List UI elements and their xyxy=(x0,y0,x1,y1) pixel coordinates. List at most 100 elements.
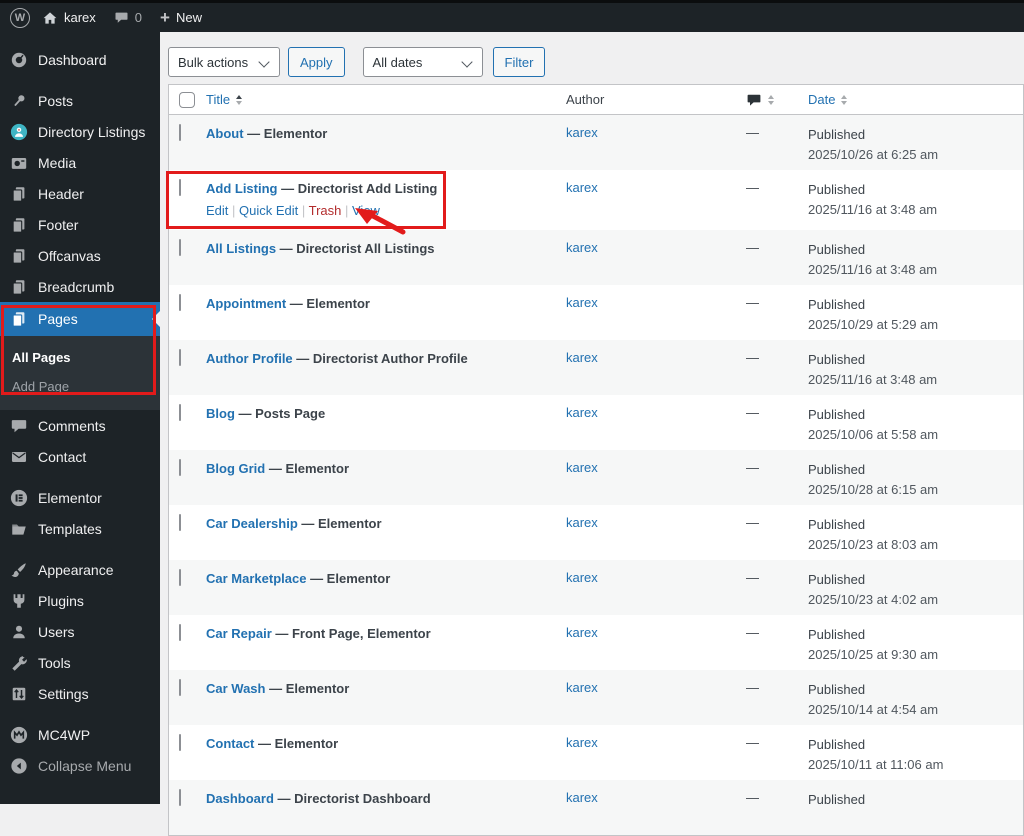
sidebar-item-users[interactable]: Users xyxy=(0,616,160,647)
row-checkbox[interactable] xyxy=(179,734,181,751)
author-link[interactable]: karex xyxy=(566,790,598,805)
author-cell: karex xyxy=(566,230,746,285)
quick-edit-action-link[interactable]: Quick Edit xyxy=(239,203,298,218)
row-checkbox[interactable] xyxy=(179,679,181,696)
row-checkbox[interactable] xyxy=(179,124,181,141)
sidebar-item-appearance[interactable]: Appearance xyxy=(0,554,160,585)
site-name[interactable]: karex xyxy=(64,10,96,25)
sidebar-item-offcanvas[interactable]: Offcanvas xyxy=(0,240,160,271)
new-label[interactable]: New xyxy=(176,10,202,25)
author-link[interactable]: karex xyxy=(566,180,598,195)
author-link[interactable]: karex xyxy=(566,240,598,255)
sort-by-title-link[interactable]: Title xyxy=(206,92,230,107)
page-title-link[interactable]: Add Listing xyxy=(206,181,278,196)
page-title-link[interactable]: Appointment xyxy=(206,296,286,311)
dates-filter-select[interactable]: All dates xyxy=(362,47,483,77)
sidebar-item-breadcrumb[interactable]: Breadcrumb xyxy=(0,271,160,302)
apply-button[interactable]: Apply xyxy=(288,47,345,77)
sidebar-item-label: Plugins xyxy=(38,592,84,609)
edit-action-link[interactable]: Edit xyxy=(206,203,228,218)
mc4wp-icon xyxy=(9,725,28,744)
sidebar-item-elementor[interactable]: Elementor xyxy=(0,482,160,513)
sort-by-date-link[interactable]: Date xyxy=(808,92,835,107)
row-checkbox[interactable] xyxy=(179,789,181,806)
author-link[interactable]: karex xyxy=(566,680,598,695)
page-title-link[interactable]: Car Wash xyxy=(206,681,265,696)
page-title-link[interactable]: Car Dealership xyxy=(206,516,298,531)
elementor-icon xyxy=(9,488,28,507)
comments-shortcut[interactable]: 0 xyxy=(114,10,142,25)
comments-cell: — xyxy=(746,240,759,255)
sidebar-item-directory-listings[interactable]: Directory Listings xyxy=(0,116,160,147)
page-title-link[interactable]: Blog Grid xyxy=(206,461,265,476)
author-link[interactable]: karex xyxy=(566,125,598,140)
page-title-link[interactable]: Contact xyxy=(206,736,254,751)
comments-cell: — xyxy=(746,790,759,805)
sidebar-item-collapse-menu[interactable]: Collapse Menu xyxy=(0,750,160,781)
sidebar-item-pages[interactable]: Pages xyxy=(0,302,160,336)
filter-button[interactable]: Filter xyxy=(492,47,546,77)
sidebar-item-dashboard[interactable]: Dashboard xyxy=(0,44,160,75)
row-checkbox[interactable] xyxy=(179,514,181,531)
row-checkbox[interactable] xyxy=(179,294,181,311)
page-title-link[interactable]: All Listings xyxy=(206,241,276,256)
sidebar-item-templates[interactable]: Templates xyxy=(0,513,160,544)
trash-action-link[interactable]: Trash xyxy=(309,203,342,218)
view-action-link[interactable]: View xyxy=(352,203,380,218)
sidebar-item-contact[interactable]: Contact xyxy=(0,441,160,472)
page-title-link[interactable]: About xyxy=(206,126,244,141)
row-checkbox[interactable] xyxy=(179,459,181,476)
publish-date: 2025/10/06 at 5:58 am xyxy=(808,426,939,442)
submenu-item-all-pages[interactable]: All Pages xyxy=(0,343,160,372)
row-checkbox[interactable] xyxy=(179,569,181,586)
row-checkbox[interactable] xyxy=(179,404,181,421)
author-link[interactable]: karex xyxy=(566,460,598,475)
author-link[interactable]: karex xyxy=(566,350,598,365)
author-link[interactable]: karex xyxy=(566,295,598,310)
select-all-checkbox[interactable] xyxy=(179,91,195,108)
sidebar-item-footer[interactable]: Footer xyxy=(0,209,160,240)
new-content-menu[interactable]: + New xyxy=(160,9,202,26)
sidebar-item-mc4wp[interactable]: MC4WP xyxy=(0,719,160,750)
author-column-header: Author xyxy=(566,92,605,107)
publish-date: 2025/10/29 at 5:29 am xyxy=(808,316,939,332)
sidebar-item-comments[interactable]: Comments xyxy=(0,410,160,441)
sidebar-item-posts[interactable]: Posts xyxy=(0,85,160,116)
author-link[interactable]: karex xyxy=(566,515,598,530)
page-title-link[interactable]: Car Marketplace xyxy=(206,571,306,586)
date-sort-arrows-icon[interactable] xyxy=(841,94,848,105)
page-title-link[interactable]: Blog xyxy=(206,406,235,421)
submenu-item-add-page[interactable]: Add Page xyxy=(0,372,160,401)
row-checkbox-cell xyxy=(169,505,206,560)
row-checkbox-cell xyxy=(169,230,206,285)
sidebar-item-label: Dashboard xyxy=(38,51,107,68)
sidebar-item-tools[interactable]: Tools xyxy=(0,647,160,678)
title-sort-arrows-icon[interactable] xyxy=(236,94,243,105)
status-label: Published xyxy=(808,462,866,477)
comments-header-icon[interactable] xyxy=(746,92,762,108)
row-checkbox[interactable] xyxy=(179,349,181,366)
author-link[interactable]: karex xyxy=(566,625,598,640)
comments-sort-arrows-icon[interactable] xyxy=(768,94,774,105)
site-link[interactable]: karex xyxy=(42,10,96,26)
page-title-link[interactable]: Car Repair xyxy=(206,626,272,641)
sidebar-item-media[interactable]: Media xyxy=(0,147,160,178)
post-state-label: — Elementor xyxy=(265,461,350,476)
status-label: Published xyxy=(808,182,866,197)
sidebar-item-settings[interactable]: Settings xyxy=(0,678,160,709)
row-checkbox[interactable] xyxy=(179,239,181,256)
publish-date: 2025/10/23 at 4:02 am xyxy=(808,591,939,607)
author-link[interactable]: karex xyxy=(566,570,598,585)
page-title-link[interactable]: Author Profile xyxy=(206,351,293,366)
sidebar-item-header[interactable]: Header xyxy=(0,178,160,209)
row-checkbox[interactable] xyxy=(179,624,181,641)
sidebar-item-plugins[interactable]: Plugins xyxy=(0,585,160,616)
status-label: Published xyxy=(808,682,866,697)
comment-count: 0 xyxy=(134,10,143,25)
publish-date: 2025/11/16 at 3:48 am xyxy=(808,201,938,217)
row-checkbox[interactable] xyxy=(179,179,181,196)
author-link[interactable]: karex xyxy=(566,735,598,750)
author-link[interactable]: karex xyxy=(566,405,598,420)
wordpress-menu[interactable]: W xyxy=(10,7,30,28)
bulk-actions-select[interactable]: Bulk actions xyxy=(168,47,280,77)
